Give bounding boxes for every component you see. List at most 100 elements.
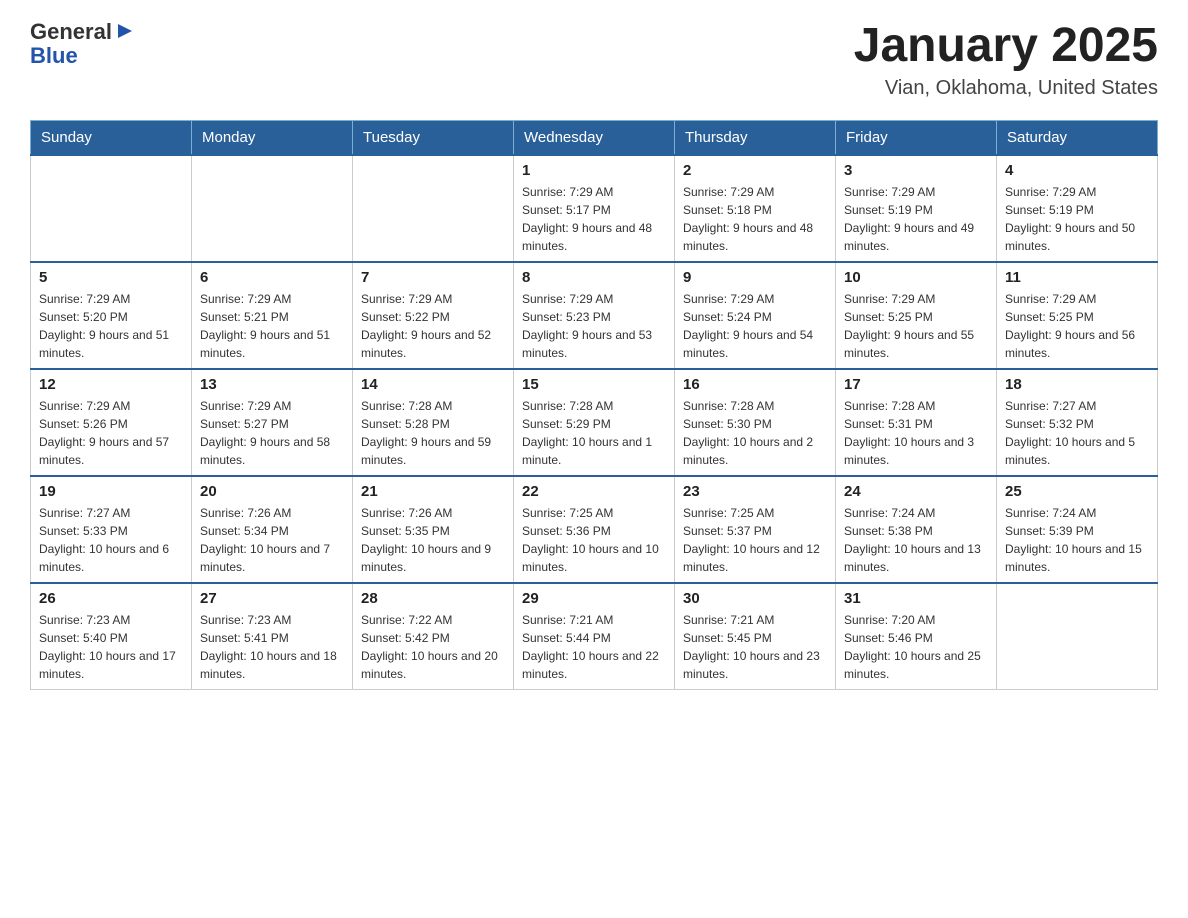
- day-number: 18: [1005, 376, 1149, 393]
- day-number: 1: [522, 162, 666, 179]
- day-number: 31: [844, 590, 988, 607]
- day-info: Sunrise: 7:26 AMSunset: 5:35 PMDaylight:…: [361, 504, 505, 576]
- day-number: 3: [844, 162, 988, 179]
- day-info: Sunrise: 7:27 AMSunset: 5:33 PMDaylight:…: [39, 504, 183, 576]
- calendar-cell: 17 Sunrise: 7:28 AMSunset: 5:31 PMDayligh…: [836, 369, 997, 476]
- calendar-cell: [997, 583, 1158, 690]
- day-number: 6: [200, 269, 344, 286]
- page-header: General Blue January 2025 Vian, Oklahoma…: [30, 20, 1158, 100]
- month-title: January 2025: [854, 20, 1158, 73]
- day-number: 24: [844, 483, 988, 500]
- day-info: Sunrise: 7:28 AMSunset: 5:31 PMDaylight:…: [844, 397, 988, 469]
- day-info: Sunrise: 7:29 AMSunset: 5:22 PMDaylight:…: [361, 290, 505, 362]
- day-info: Sunrise: 7:21 AMSunset: 5:45 PMDaylight:…: [683, 611, 827, 683]
- calendar-cell: 9 Sunrise: 7:29 AMSunset: 5:24 PMDaylight…: [675, 262, 836, 369]
- week-row-3: 12 Sunrise: 7:29 AMSunset: 5:26 PMDayligh…: [31, 369, 1158, 476]
- day-number: 17: [844, 376, 988, 393]
- day-number: 7: [361, 269, 505, 286]
- day-number: 5: [39, 269, 183, 286]
- week-row-1: 1 Sunrise: 7:29 AMSunset: 5:17 PMDaylight…: [31, 155, 1158, 262]
- calendar-cell: 25 Sunrise: 7:24 AMSunset: 5:39 PMDayligh…: [997, 476, 1158, 583]
- title-section: January 2025 Vian, Oklahoma, United Stat…: [854, 20, 1158, 100]
- calendar-cell: 21 Sunrise: 7:26 AMSunset: 5:35 PMDayligh…: [353, 476, 514, 583]
- day-info: Sunrise: 7:24 AMSunset: 5:39 PMDaylight:…: [1005, 504, 1149, 576]
- day-info: Sunrise: 7:29 AMSunset: 5:26 PMDaylight:…: [39, 397, 183, 469]
- col-monday: Monday: [192, 120, 353, 155]
- day-info: Sunrise: 7:26 AMSunset: 5:34 PMDaylight:…: [200, 504, 344, 576]
- day-info: Sunrise: 7:29 AMSunset: 5:23 PMDaylight:…: [522, 290, 666, 362]
- location-subtitle: Vian, Oklahoma, United States: [854, 77, 1158, 100]
- calendar-cell: 5Sunrise: 7:29 AMSunset: 5:20 PMDaylight…: [31, 262, 192, 369]
- calendar-cell: 29 Sunrise: 7:21 AMSunset: 5:44 PMDayligh…: [514, 583, 675, 690]
- col-thursday: Thursday: [675, 120, 836, 155]
- day-info: Sunrise: 7:23 AMSunset: 5:40 PMDaylight:…: [39, 611, 183, 683]
- calendar-cell: 22Sunrise: 7:25 AMSunset: 5:36 PMDayligh…: [514, 476, 675, 583]
- day-number: 25: [1005, 483, 1149, 500]
- calendar-cell: 1 Sunrise: 7:29 AMSunset: 5:17 PMDaylight…: [514, 155, 675, 262]
- calendar-cell: 2 Sunrise: 7:29 AMSunset: 5:18 PMDaylight…: [675, 155, 836, 262]
- day-info: Sunrise: 7:28 AMSunset: 5:28 PMDaylight:…: [361, 397, 505, 469]
- day-number: 2: [683, 162, 827, 179]
- day-info: Sunrise: 7:27 AMSunset: 5:32 PMDaylight:…: [1005, 397, 1149, 469]
- calendar-cell: 31 Sunrise: 7:20 AMSunset: 5:46 PMDayligh…: [836, 583, 997, 690]
- day-number: 30: [683, 590, 827, 607]
- day-number: 12: [39, 376, 183, 393]
- calendar-cell: 14Sunrise: 7:28 AMSunset: 5:28 PMDayligh…: [353, 369, 514, 476]
- calendar-cell: 4Sunrise: 7:29 AMSunset: 5:19 PMDaylight…: [997, 155, 1158, 262]
- day-info: Sunrise: 7:24 AMSunset: 5:38 PMDaylight:…: [844, 504, 988, 576]
- col-tuesday: Tuesday: [353, 120, 514, 155]
- day-info: Sunrise: 7:29 AMSunset: 5:24 PMDaylight:…: [683, 290, 827, 362]
- calendar-cell: 13Sunrise: 7:29 AMSunset: 5:27 PMDayligh…: [192, 369, 353, 476]
- day-info: Sunrise: 7:21 AMSunset: 5:44 PMDaylight:…: [522, 611, 666, 683]
- week-row-4: 19 Sunrise: 7:27 AMSunset: 5:33 PMDayligh…: [31, 476, 1158, 583]
- calendar-cell: 16Sunrise: 7:28 AMSunset: 5:30 PMDayligh…: [675, 369, 836, 476]
- day-number: 4: [1005, 162, 1149, 179]
- calendar-cell: 8 Sunrise: 7:29 AMSunset: 5:23 PMDaylight…: [514, 262, 675, 369]
- calendar-cell: 20Sunrise: 7:26 AMSunset: 5:34 PMDayligh…: [192, 476, 353, 583]
- day-number: 11: [1005, 269, 1149, 286]
- day-info: Sunrise: 7:29 AMSunset: 5:21 PMDaylight:…: [200, 290, 344, 362]
- day-info: Sunrise: 7:29 AMSunset: 5:18 PMDaylight:…: [683, 183, 827, 255]
- calendar-cell: 30 Sunrise: 7:21 AMSunset: 5:45 PMDayligh…: [675, 583, 836, 690]
- calendar-cell: 28Sunrise: 7:22 AMSunset: 5:42 PMDayligh…: [353, 583, 514, 690]
- day-number: 21: [361, 483, 505, 500]
- calendar-cell: 19 Sunrise: 7:27 AMSunset: 5:33 PMDayligh…: [31, 476, 192, 583]
- day-info: Sunrise: 7:29 AMSunset: 5:19 PMDaylight:…: [844, 183, 988, 255]
- day-number: 23: [683, 483, 827, 500]
- day-info: Sunrise: 7:28 AMSunset: 5:30 PMDaylight:…: [683, 397, 827, 469]
- calendar-cell: 11 Sunrise: 7:29 AMSunset: 5:25 PMDayligh…: [997, 262, 1158, 369]
- day-info: Sunrise: 7:29 AMSunset: 5:25 PMDaylight:…: [844, 290, 988, 362]
- day-number: 9: [683, 269, 827, 286]
- calendar-header-row: Sunday Monday Tuesday Wednesday Thursday…: [31, 120, 1158, 155]
- col-sunday: Sunday: [31, 120, 192, 155]
- day-number: 19: [39, 483, 183, 500]
- day-info: Sunrise: 7:29 AMSunset: 5:25 PMDaylight:…: [1005, 290, 1149, 362]
- day-number: 13: [200, 376, 344, 393]
- day-info: Sunrise: 7:25 AMSunset: 5:36 PMDaylight:…: [522, 504, 666, 576]
- col-friday: Friday: [836, 120, 997, 155]
- calendar-cell: [31, 155, 192, 262]
- day-info: Sunrise: 7:29 AMSunset: 5:17 PMDaylight:…: [522, 183, 666, 255]
- day-number: 15: [522, 376, 666, 393]
- day-info: Sunrise: 7:28 AMSunset: 5:29 PMDaylight:…: [522, 397, 666, 469]
- week-row-2: 5Sunrise: 7:29 AMSunset: 5:20 PMDaylight…: [31, 262, 1158, 369]
- col-saturday: Saturday: [997, 120, 1158, 155]
- week-row-5: 26 Sunrise: 7:23 AMSunset: 5:40 PMDayligh…: [31, 583, 1158, 690]
- logo-general-text: General: [30, 20, 112, 44]
- logo-triangle-icon: [114, 20, 136, 42]
- calendar-table: Sunday Monday Tuesday Wednesday Thursday…: [30, 120, 1158, 690]
- day-number: 8: [522, 269, 666, 286]
- calendar-cell: 15 Sunrise: 7:28 AMSunset: 5:29 PMDayligh…: [514, 369, 675, 476]
- calendar-cell: 7 Sunrise: 7:29 AMSunset: 5:22 PMDaylight…: [353, 262, 514, 369]
- day-number: 29: [522, 590, 666, 607]
- day-number: 27: [200, 590, 344, 607]
- logo-blue-text: Blue: [30, 43, 78, 68]
- calendar-cell: 26 Sunrise: 7:23 AMSunset: 5:40 PMDayligh…: [31, 583, 192, 690]
- day-number: 26: [39, 590, 183, 607]
- calendar-cell: 10Sunrise: 7:29 AMSunset: 5:25 PMDayligh…: [836, 262, 997, 369]
- day-info: Sunrise: 7:22 AMSunset: 5:42 PMDaylight:…: [361, 611, 505, 683]
- day-info: Sunrise: 7:23 AMSunset: 5:41 PMDaylight:…: [200, 611, 344, 683]
- calendar-cell: 18 Sunrise: 7:27 AMSunset: 5:32 PMDayligh…: [997, 369, 1158, 476]
- day-info: Sunrise: 7:20 AMSunset: 5:46 PMDaylight:…: [844, 611, 988, 683]
- calendar-cell: 3 Sunrise: 7:29 AMSunset: 5:19 PMDaylight…: [836, 155, 997, 262]
